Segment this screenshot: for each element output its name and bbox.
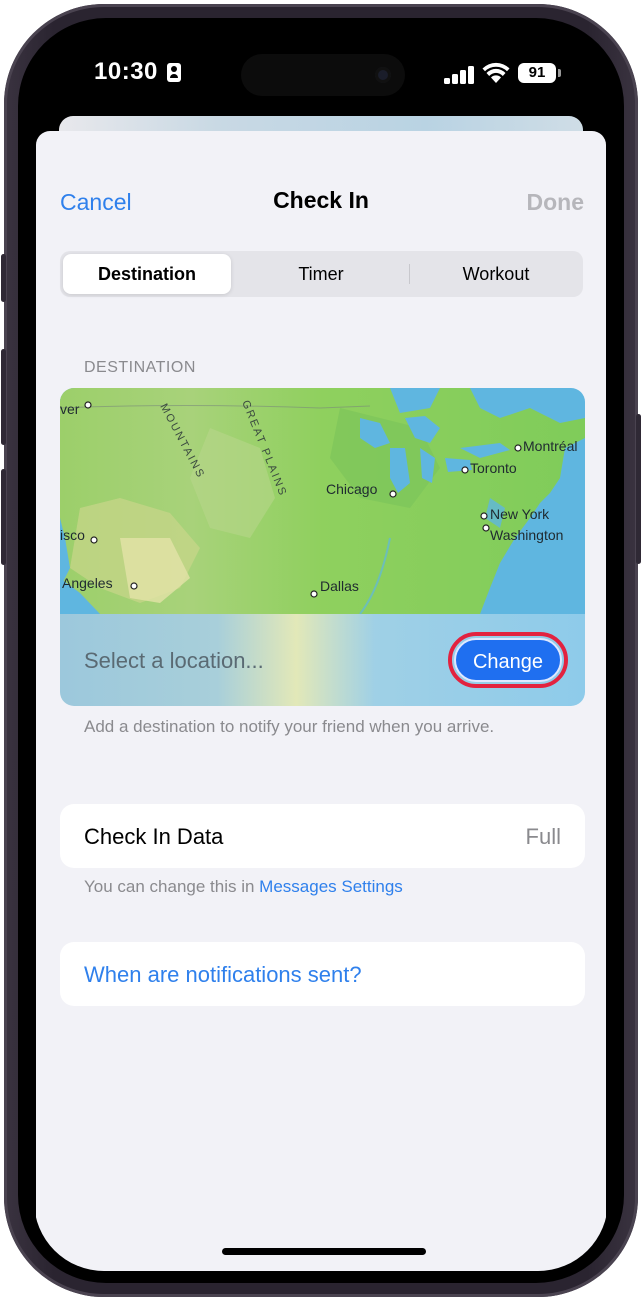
segment-divider	[409, 264, 410, 284]
check-in-data-row[interactable]: Check In Data Full	[60, 804, 585, 868]
location-row[interactable]: Select a location... Change	[60, 614, 585, 706]
map-city-label: Chicago	[326, 481, 378, 497]
map-city-label: isco	[60, 527, 85, 543]
camera-icon	[375, 67, 391, 83]
settings-note: You can change this in Messages Settings	[84, 877, 403, 897]
mode-segmented-control: Destination Timer Workout	[60, 251, 583, 297]
map-city-label: Toronto	[470, 460, 517, 476]
volume-down-button	[1, 469, 6, 565]
check-in-data-label: Check In Data	[84, 824, 224, 849]
destination-card: MOUNTAINS GREAT PLAINS ver Montréal Toro…	[60, 388, 585, 706]
home-indicator[interactable]	[222, 1248, 426, 1255]
map-city-label: Montréal	[523, 438, 577, 454]
map-city-label: Angeles	[62, 575, 113, 591]
dynamic-island	[241, 54, 405, 96]
page-title: Check In	[273, 187, 369, 213]
map-city-label: Dallas	[320, 578, 359, 594]
status-time: 10:30	[94, 58, 158, 85]
tab-destination[interactable]: Destination	[63, 254, 231, 294]
destination-helper-text: Add a destination to notify your friend …	[84, 717, 495, 736]
messages-settings-link[interactable]: Messages Settings	[259, 877, 403, 896]
contact-card-icon	[167, 63, 181, 82]
map-city-label: Washington	[490, 527, 563, 543]
power-button	[636, 414, 641, 564]
notifications-row[interactable]: When are notifications sent?	[60, 942, 585, 1006]
done-button[interactable]: Done	[527, 189, 585, 216]
cellular-signal-icon	[444, 66, 476, 84]
wifi-icon	[482, 62, 510, 83]
location-placeholder: Select a location...	[84, 648, 264, 673]
action-button	[1, 254, 6, 302]
settings-note-text: You can change this in	[84, 877, 260, 896]
screen: 10:30 91 Cancel Check In Done Destinatio…	[34, 30, 608, 1271]
volume-up-button	[1, 349, 6, 445]
battery-indicator: 91	[518, 63, 561, 83]
check-in-sheet: Cancel Check In Done Destination Timer W…	[36, 131, 606, 1271]
map-city-label: New York	[490, 506, 550, 522]
destination-section-label: DESTINATION	[84, 359, 196, 376]
map-city-label: ver	[60, 401, 80, 417]
tab-workout[interactable]: Workout	[411, 254, 581, 294]
change-button[interactable]: Change	[454, 638, 562, 682]
check-in-data-value: Full	[525, 824, 561, 849]
notifications-link[interactable]: When are notifications sent?	[84, 962, 362, 988]
destination-map[interactable]: MOUNTAINS GREAT PLAINS ver Montréal Toro…	[60, 388, 585, 614]
status-bar: 10:30 91	[34, 30, 608, 120]
tab-timer[interactable]: Timer	[235, 254, 407, 294]
